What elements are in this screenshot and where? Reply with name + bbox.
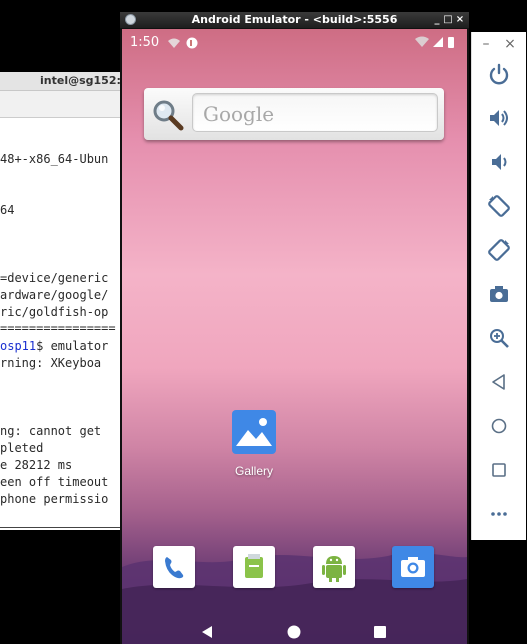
back-button[interactable] — [486, 369, 512, 395]
search-placeholder: Google — [203, 102, 275, 126]
volume-up-button[interactable] — [486, 105, 512, 131]
terminal-command: $ emulator — [36, 339, 109, 353]
home-button[interactable] — [486, 413, 512, 439]
terminal-line: =device/generic — [0, 271, 109, 285]
close-button[interactable]: × — [455, 12, 465, 28]
terminal-divider — [0, 527, 122, 528]
phone-icon — [165, 557, 184, 579]
terminal-line: een off timeout — [0, 475, 109, 489]
terminal-line: ================ — [0, 321, 116, 335]
emulator-titlebar[interactable]: Android Emulator - <build>:5556 _ □ × — [120, 12, 469, 28]
gallery-icon — [232, 410, 276, 454]
panel-close-button[interactable]: × — [503, 36, 517, 52]
camera-icon — [401, 557, 425, 577]
status-notification-icons — [168, 37, 198, 49]
volume-up-icon — [490, 110, 508, 126]
emulator-title: Android Emulator - <build>:5556 — [191, 13, 398, 26]
phone-app[interactable] — [153, 546, 195, 588]
nav-home-button[interactable] — [287, 625, 301, 639]
terminal-title: intel@sg152: / — [40, 74, 122, 87]
overview-icon — [492, 463, 506, 477]
terminal-menubar[interactable] — [0, 91, 122, 118]
more-button[interactable] — [486, 501, 512, 527]
terminal-line: e 28212 ms — [0, 458, 73, 472]
panel-minimize-button[interactable]: – — [479, 36, 493, 52]
terminal-line: ric/goldfish-op — [0, 305, 109, 319]
rotate-left-button[interactable] — [486, 193, 512, 219]
power-button[interactable] — [486, 61, 512, 87]
zoom-icon — [490, 329, 509, 348]
rotate-right-button[interactable] — [486, 237, 512, 263]
volume-down-icon — [492, 154, 507, 170]
nav-back-button[interactable] — [200, 625, 214, 639]
power-icon — [489, 63, 509, 85]
back-icon — [492, 374, 505, 390]
android-app[interactable] — [313, 546, 355, 588]
more-icon — [491, 512, 507, 516]
gallery-label: Gallery — [234, 464, 273, 478]
rotate-left-icon — [488, 195, 510, 217]
status-system-icons — [415, 36, 454, 48]
status-time: 1:50 — [130, 35, 160, 50]
maximize-button[interactable]: □ — [443, 12, 453, 28]
gallery-app[interactable]: Gallery — [224, 410, 284, 478]
device-screen[interactable]: 1:50 Google Gallery — [122, 29, 467, 644]
terminal-line: ng: cannot get — [0, 424, 109, 438]
emulator-control-panel: – × — [471, 32, 526, 540]
magnifier-icon — [153, 100, 184, 131]
terminal-line: ardware/google/ — [0, 288, 109, 302]
google-search-widget[interactable]: Google — [144, 88, 444, 140]
volume-down-button[interactable] — [486, 149, 512, 175]
zoom-button[interactable] — [486, 325, 512, 351]
terminal-line: phone permissio — [0, 492, 109, 506]
files-app[interactable] — [233, 546, 275, 588]
terminal-line: pleted — [0, 441, 44, 455]
terminal-titlebar[interactable]: intel@sg152: / — [0, 72, 122, 91]
nav-overview-button[interactable] — [373, 625, 387, 639]
terminal-line: rning: XKeyboa — [0, 356, 102, 370]
files-icon — [245, 554, 263, 578]
terminal-line: 64 — [0, 203, 15, 217]
home-icon — [491, 418, 507, 434]
terminal-prompt: osp11 — [0, 339, 37, 353]
camera-icon — [490, 286, 508, 302]
camera-app[interactable] — [392, 546, 434, 588]
minimize-button[interactable]: _ — [432, 12, 442, 28]
screenshot-button[interactable] — [486, 281, 512, 307]
terminal-window: intel@sg152: / 48+-x86_64-Ubun 64 =devic… — [0, 72, 122, 530]
emulator-window: Android Emulator - <build>:5556 _ □ × 1:… — [120, 12, 469, 644]
android-app-icon — [322, 556, 346, 582]
terminal-line: 48+-x86_64-Ubun — [0, 152, 109, 166]
terminal-line: osp11$ emulator — [0, 339, 108, 354]
rotate-right-icon — [488, 239, 510, 261]
overview-button[interactable] — [486, 457, 512, 483]
terminal-output[interactable]: 48+-x86_64-Ubun 64 =device/generic ardwa… — [0, 118, 122, 530]
search-input[interactable]: Google — [192, 93, 438, 132]
